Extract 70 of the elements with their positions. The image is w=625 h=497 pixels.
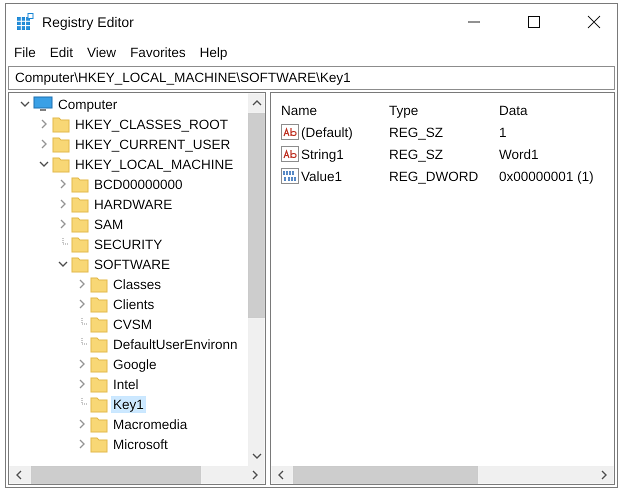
tree-item[interactable]: SOFTWARE [92, 256, 172, 272]
tree-item[interactable]: HKEY_CLASSES_ROOT [73, 116, 230, 132]
folder-icon [71, 255, 89, 273]
tree-item[interactable]: HARDWARE [92, 196, 174, 212]
menu-item[interactable]: Favorites [130, 44, 186, 60]
tree-item[interactable]: Microsoft [111, 436, 170, 452]
maximize-icon[interactable] [527, 15, 541, 29]
folder-icon [90, 395, 108, 413]
folder-icon [90, 295, 108, 313]
tree-item[interactable]: HKEY_CURRENT_USER [73, 136, 232, 152]
column-header[interactable]: Data [499, 102, 528, 118]
folder-icon [90, 355, 108, 373]
value-name[interactable]: Value1 [301, 168, 342, 184]
tree-item[interactable]: Clients [111, 296, 156, 312]
value-name[interactable]: String1 [301, 146, 344, 162]
scroll-right-icon[interactable] [251, 470, 259, 480]
tree-item[interactable]: CVSM [111, 316, 154, 332]
tree-item[interactable]: DefaultUserEnvironn [111, 336, 240, 352]
tree-item[interactable]: BCD00000000 [92, 176, 185, 192]
scroll-down-icon[interactable] [252, 452, 262, 460]
folder-icon [52, 115, 70, 133]
menu-item[interactable]: Help [200, 44, 228, 60]
folder-icon [90, 435, 108, 453]
tree-item[interactable]: SECURITY [92, 236, 164, 252]
tree-item[interactable]: Key1 [111, 396, 146, 412]
folder-icon [90, 275, 108, 293]
folder-icon [90, 375, 108, 393]
scroll-left-icon[interactable] [15, 470, 23, 480]
menu-item[interactable]: Edit [50, 44, 74, 60]
menu-item[interactable]: View [87, 44, 116, 60]
tree-item[interactable]: SAM [92, 216, 126, 232]
vertical-scrollbar[interactable] [248, 93, 265, 466]
registry-icon [16, 13, 34, 31]
folder-icon [71, 215, 89, 233]
tree-item[interactable]: Macromedia [111, 416, 190, 432]
folder-icon [71, 235, 89, 253]
horizontal-scrollbar[interactable] [271, 466, 614, 484]
tree-item[interactable]: Computer [56, 96, 120, 112]
column-header[interactable]: Name [281, 102, 389, 118]
column-header[interactable]: Type [389, 102, 499, 118]
tree-item[interactable]: Classes [111, 276, 164, 292]
tree-item[interactable]: HKEY_LOCAL_MACHINE [73, 156, 236, 172]
folder-icon [52, 135, 70, 153]
tree-item[interactable]: Intel [111, 376, 141, 392]
value-name[interactable]: (Default) [301, 124, 353, 140]
scrollbar-thumb[interactable] [248, 113, 265, 318]
value-data: 1 [499, 124, 507, 140]
scrollbar-thumb[interactable] [31, 466, 201, 484]
computer-icon [33, 95, 53, 113]
folder-icon [90, 315, 108, 333]
value-data: Word1 [499, 146, 539, 162]
address-field[interactable]: Computer\HKEY_LOCAL_MACHINE\SOFTWARE\Key1 [8, 66, 615, 90]
value-data: 0x00000001 (1) [499, 168, 594, 184]
horizontal-scrollbar[interactable] [9, 466, 265, 484]
scroll-left-icon[interactable] [277, 470, 285, 480]
folder-icon [71, 175, 89, 193]
scroll-right-icon[interactable] [600, 470, 608, 480]
folder-icon [71, 195, 89, 213]
folder-icon [52, 155, 70, 173]
folder-icon [90, 335, 108, 353]
value-type: REG_DWORD [389, 168, 480, 184]
tree-item[interactable]: Google [111, 356, 159, 372]
window-title: Registry Editor [42, 14, 134, 30]
scrollbar-thumb[interactable] [293, 466, 478, 484]
folder-icon [90, 415, 108, 433]
scroll-up-icon[interactable] [252, 99, 262, 107]
close-icon[interactable] [587, 15, 601, 29]
menu-item[interactable]: File [14, 44, 36, 60]
value-type: REG_SZ [389, 124, 444, 140]
value-type: REG_SZ [389, 146, 444, 162]
